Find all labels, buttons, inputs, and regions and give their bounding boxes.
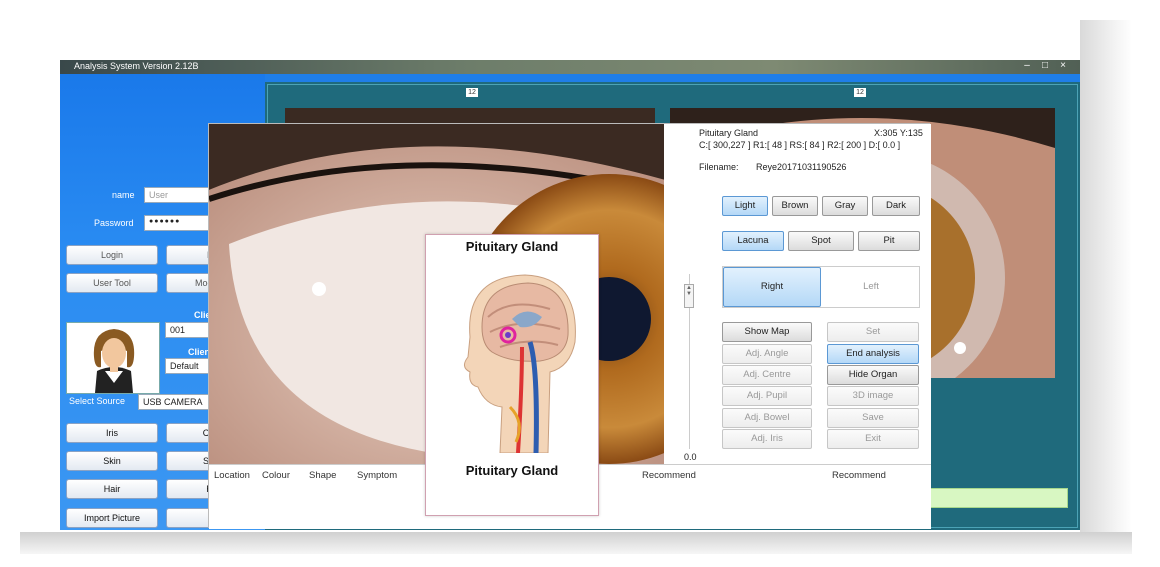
column-symptom[interactable]: Symptom <box>357 470 397 481</box>
circle-params: C:[ 300,227 ] R1:[ 48 ] RS:[ 84 ] R2:[ 2… <box>699 140 901 150</box>
mark-lacuna-button[interactable]: Lacuna <box>722 231 784 251</box>
side-selector: Right Left <box>722 266 920 308</box>
clock-marker-right: 12 <box>854 88 866 97</box>
color-light-button[interactable]: Light <box>722 196 768 216</box>
adj-iris-button[interactable]: Adj. Iris <box>722 429 812 449</box>
select-source-label: Select Source <box>69 396 126 406</box>
column-recommend-2[interactable]: Recommend <box>832 470 886 481</box>
control-panel: Pituitary Gland X:305 Y:135 C:[ 300,227 … <box>664 124 931 464</box>
color-brown-button[interactable]: Brown <box>772 196 818 216</box>
left-eye-button[interactable]: Left <box>823 267 919 307</box>
user-tool-button[interactable]: User Tool <box>66 273 158 293</box>
show-map-button[interactable]: Show Map <box>722 322 812 342</box>
column-recommend[interactable]: Recommend <box>642 470 696 481</box>
drop-shadow-right <box>1080 20 1132 540</box>
clock-marker-left: 12 <box>466 88 478 97</box>
mark-spot-button[interactable]: Spot <box>788 231 854 251</box>
exit-button[interactable]: Exit <box>827 429 919 449</box>
mark-pit-button[interactable]: Pit <box>858 231 920 251</box>
password-field[interactable]: ●●●●●● <box>144 215 214 231</box>
set-button[interactable]: Set <box>827 322 919 342</box>
cursor-coords: X:305 Y:135 <box>874 128 923 138</box>
minimize-button[interactable]: – <box>1020 60 1034 72</box>
password-label: Password <box>94 218 134 228</box>
filename-label: Filename: <box>699 162 739 172</box>
column-colour[interactable]: Colour <box>262 470 290 481</box>
column-shape[interactable]: Shape <box>309 470 336 481</box>
adj-bowel-button[interactable]: Adj. Bowel <box>722 408 812 428</box>
color-gray-button[interactable]: Gray <box>822 196 868 216</box>
save-button[interactable]: Save <box>827 408 919 428</box>
avatar <box>66 322 160 394</box>
source-select[interactable]: USB CAMERA <box>138 394 216 410</box>
close-button[interactable]: × <box>1056 60 1070 72</box>
client-name-label: Clien <box>188 347 211 357</box>
login-button[interactable]: Login <box>66 245 158 265</box>
slider-down-icon[interactable]: ▼ <box>685 291 693 297</box>
popup-title: Pituitary Gland <box>465 239 559 254</box>
column-location[interactable]: Location <box>214 470 250 481</box>
adj-centre-button[interactable]: Adj. Centre <box>722 365 812 385</box>
filename-value: Reye20171031190526 <box>756 162 847 172</box>
drop-shadow-bottom <box>20 532 1132 554</box>
adj-pupil-button[interactable]: Adj. Pupil <box>722 386 812 406</box>
color-dark-button[interactable]: Dark <box>872 196 920 216</box>
name-label: name <box>112 190 135 200</box>
slider-thumb[interactable]: ▲ ▼ <box>684 284 694 308</box>
hide-organ-button[interactable]: Hide Organ <box>827 365 919 385</box>
popup-caption: Pituitary Gland <box>465 463 559 478</box>
hair-button[interactable]: Hair <box>66 479 158 499</box>
screenshot-frame: Analysis System Version 2.12B – □ × name… <box>0 0 1160 567</box>
3d-image-button[interactable]: 3D image <box>827 386 919 406</box>
iris-button[interactable]: Iris <box>66 423 158 443</box>
slider-value: 0.0 <box>684 452 697 462</box>
adj-angle-button[interactable]: Adj. Angle <box>722 344 812 364</box>
maximize-button[interactable]: □ <box>1038 60 1052 72</box>
window-title: Analysis System Version 2.12B <box>74 61 199 71</box>
zoom-slider[interactable]: ▲ ▼ <box>679 274 701 459</box>
import-picture-button[interactable]: Import Picture <box>66 508 158 528</box>
organ-name: Pituitary Gland <box>699 128 759 138</box>
name-input[interactable]: User <box>144 187 214 203</box>
right-eye-button[interactable]: Right <box>723 267 821 307</box>
status-strip <box>920 488 1068 508</box>
end-analysis-button[interactable]: End analysis <box>827 344 919 364</box>
head-anatomy-illustration <box>430 257 596 453</box>
skin-button[interactable]: Skin <box>66 451 158 471</box>
title-bar: Analysis System Version 2.12B – □ × <box>60 60 1080 74</box>
organ-popup: Pituitary Gland Pituitary Gland <box>425 234 599 516</box>
